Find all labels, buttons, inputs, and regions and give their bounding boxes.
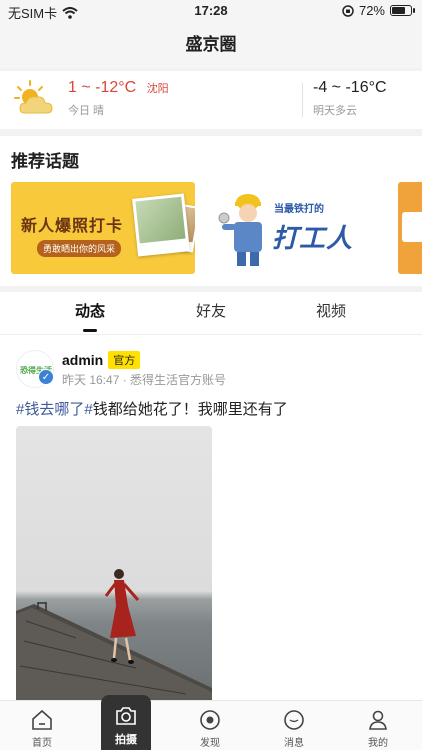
feed-post[interactable]: 恐得生活 ✓ admin 官方 昨天 16:47 · 悉得生活官方账号 #钱去哪… [0,335,422,701]
tab-label: 视频 [315,303,346,320]
compass-icon [200,710,220,730]
verified-icon: ✓ [38,369,54,385]
sun-cloud-icon [14,80,53,114]
nav-label: 发现 [200,738,220,749]
topic-card-title: 打工人 [272,223,354,253]
tab-moments[interactable]: 动态 [40,292,140,335]
author-name[interactable]: admin [62,352,103,368]
battery-icon [390,5,415,16]
post-photo[interactable] [16,426,212,701]
nav-label: 首页 [32,738,52,749]
nav-label: 拍摄 [115,734,137,746]
official-badge: 官方 [108,351,141,369]
tab-videos[interactable]: 视频 [281,292,381,335]
feed-tabs: 动态 好友 视频 [0,292,422,335]
active-tab-indicator [83,329,97,332]
topic-card-title: 新人爆照打卡 [21,218,124,235]
nav-label: 我的 [368,738,388,749]
today-temperature: 1 ~ -12°C [68,79,137,96]
battery-fill [392,7,405,14]
weather-divider [302,83,303,117]
hashtag-link[interactable]: #钱去哪了# [16,401,93,418]
bottom-nav: 首页 拍摄 发现 消息 我的 [0,695,422,750]
tomorrow-temperature: -4 ~ -16°C [313,79,387,96]
weather-today: 1 ~ -12°C 沈阳 今日 晴 [68,79,169,118]
topic-card-partial[interactable] [398,182,422,274]
nav-label: 消息 [284,738,304,749]
tab-label: 动态 [74,303,105,320]
weather-widget[interactable]: 1 ~ -12°C 沈阳 今日 晴 -4 ~ -16°C 明天多云 [0,71,422,129]
today-condition: 今日 晴 [68,105,105,117]
tab-label: 好友 [195,303,226,320]
message-icon [284,710,304,730]
post-meta: 昨天 16:47 · 悉得生活官方账号 [62,373,227,387]
nav-bar: 盛京圈 [0,22,422,68]
topics-heading: 推荐话题 [11,152,79,171]
topic-card-subtitle: 勇敢晒出你的风采 [37,240,122,257]
worker-illustration [218,194,262,266]
post-body: 钱都给她花了！我哪里还有了 [92,401,288,418]
topic-card-newcomer[interactable]: 新人爆照打卡 勇敢晒出你的风采 [11,182,195,274]
topic-card-subtitle: 当最铁打的 [274,204,324,215]
camera-icon [116,707,136,725]
home-icon [32,709,52,730]
app-screen: 无SIM卡 17:28 72% 盛京圈 1 ~ -12°C 沈阳 今日 晴 -4… [0,0,422,750]
post-text: #钱去哪了#钱都给她花了！我哪里还有了 [16,398,288,419]
weather-city: 沈阳 [146,83,169,95]
nav-me[interactable]: 我的 [336,701,420,750]
orientation-lock-icon [342,4,354,17]
tab-friends[interactable]: 好友 [161,292,261,335]
tomorrow-condition: 明天多云 [313,105,357,117]
weather-tomorrow: -4 ~ -16°C 明天多云 [313,79,387,118]
topic-photo-image [132,193,190,257]
recommended-topics: 推荐话题 新人爆照打卡 勇敢晒出你的风采 当最铁打的 打工人 [0,136,422,286]
user-icon [369,710,387,730]
nav-messages[interactable]: 消息 [252,701,336,750]
page-title: 盛京圈 [185,35,237,54]
woman-figure [104,569,140,664]
status-bar: 无SIM卡 17:28 72% [0,0,422,22]
nav-home[interactable]: 首页 [0,701,84,750]
nav-discover[interactable]: 发现 [168,701,252,750]
battery-percent: 72% [358,3,385,18]
nav-capture-button[interactable]: 拍摄 [101,695,151,750]
topic-card-worker[interactable]: 当最铁打的 打工人 [206,182,390,274]
